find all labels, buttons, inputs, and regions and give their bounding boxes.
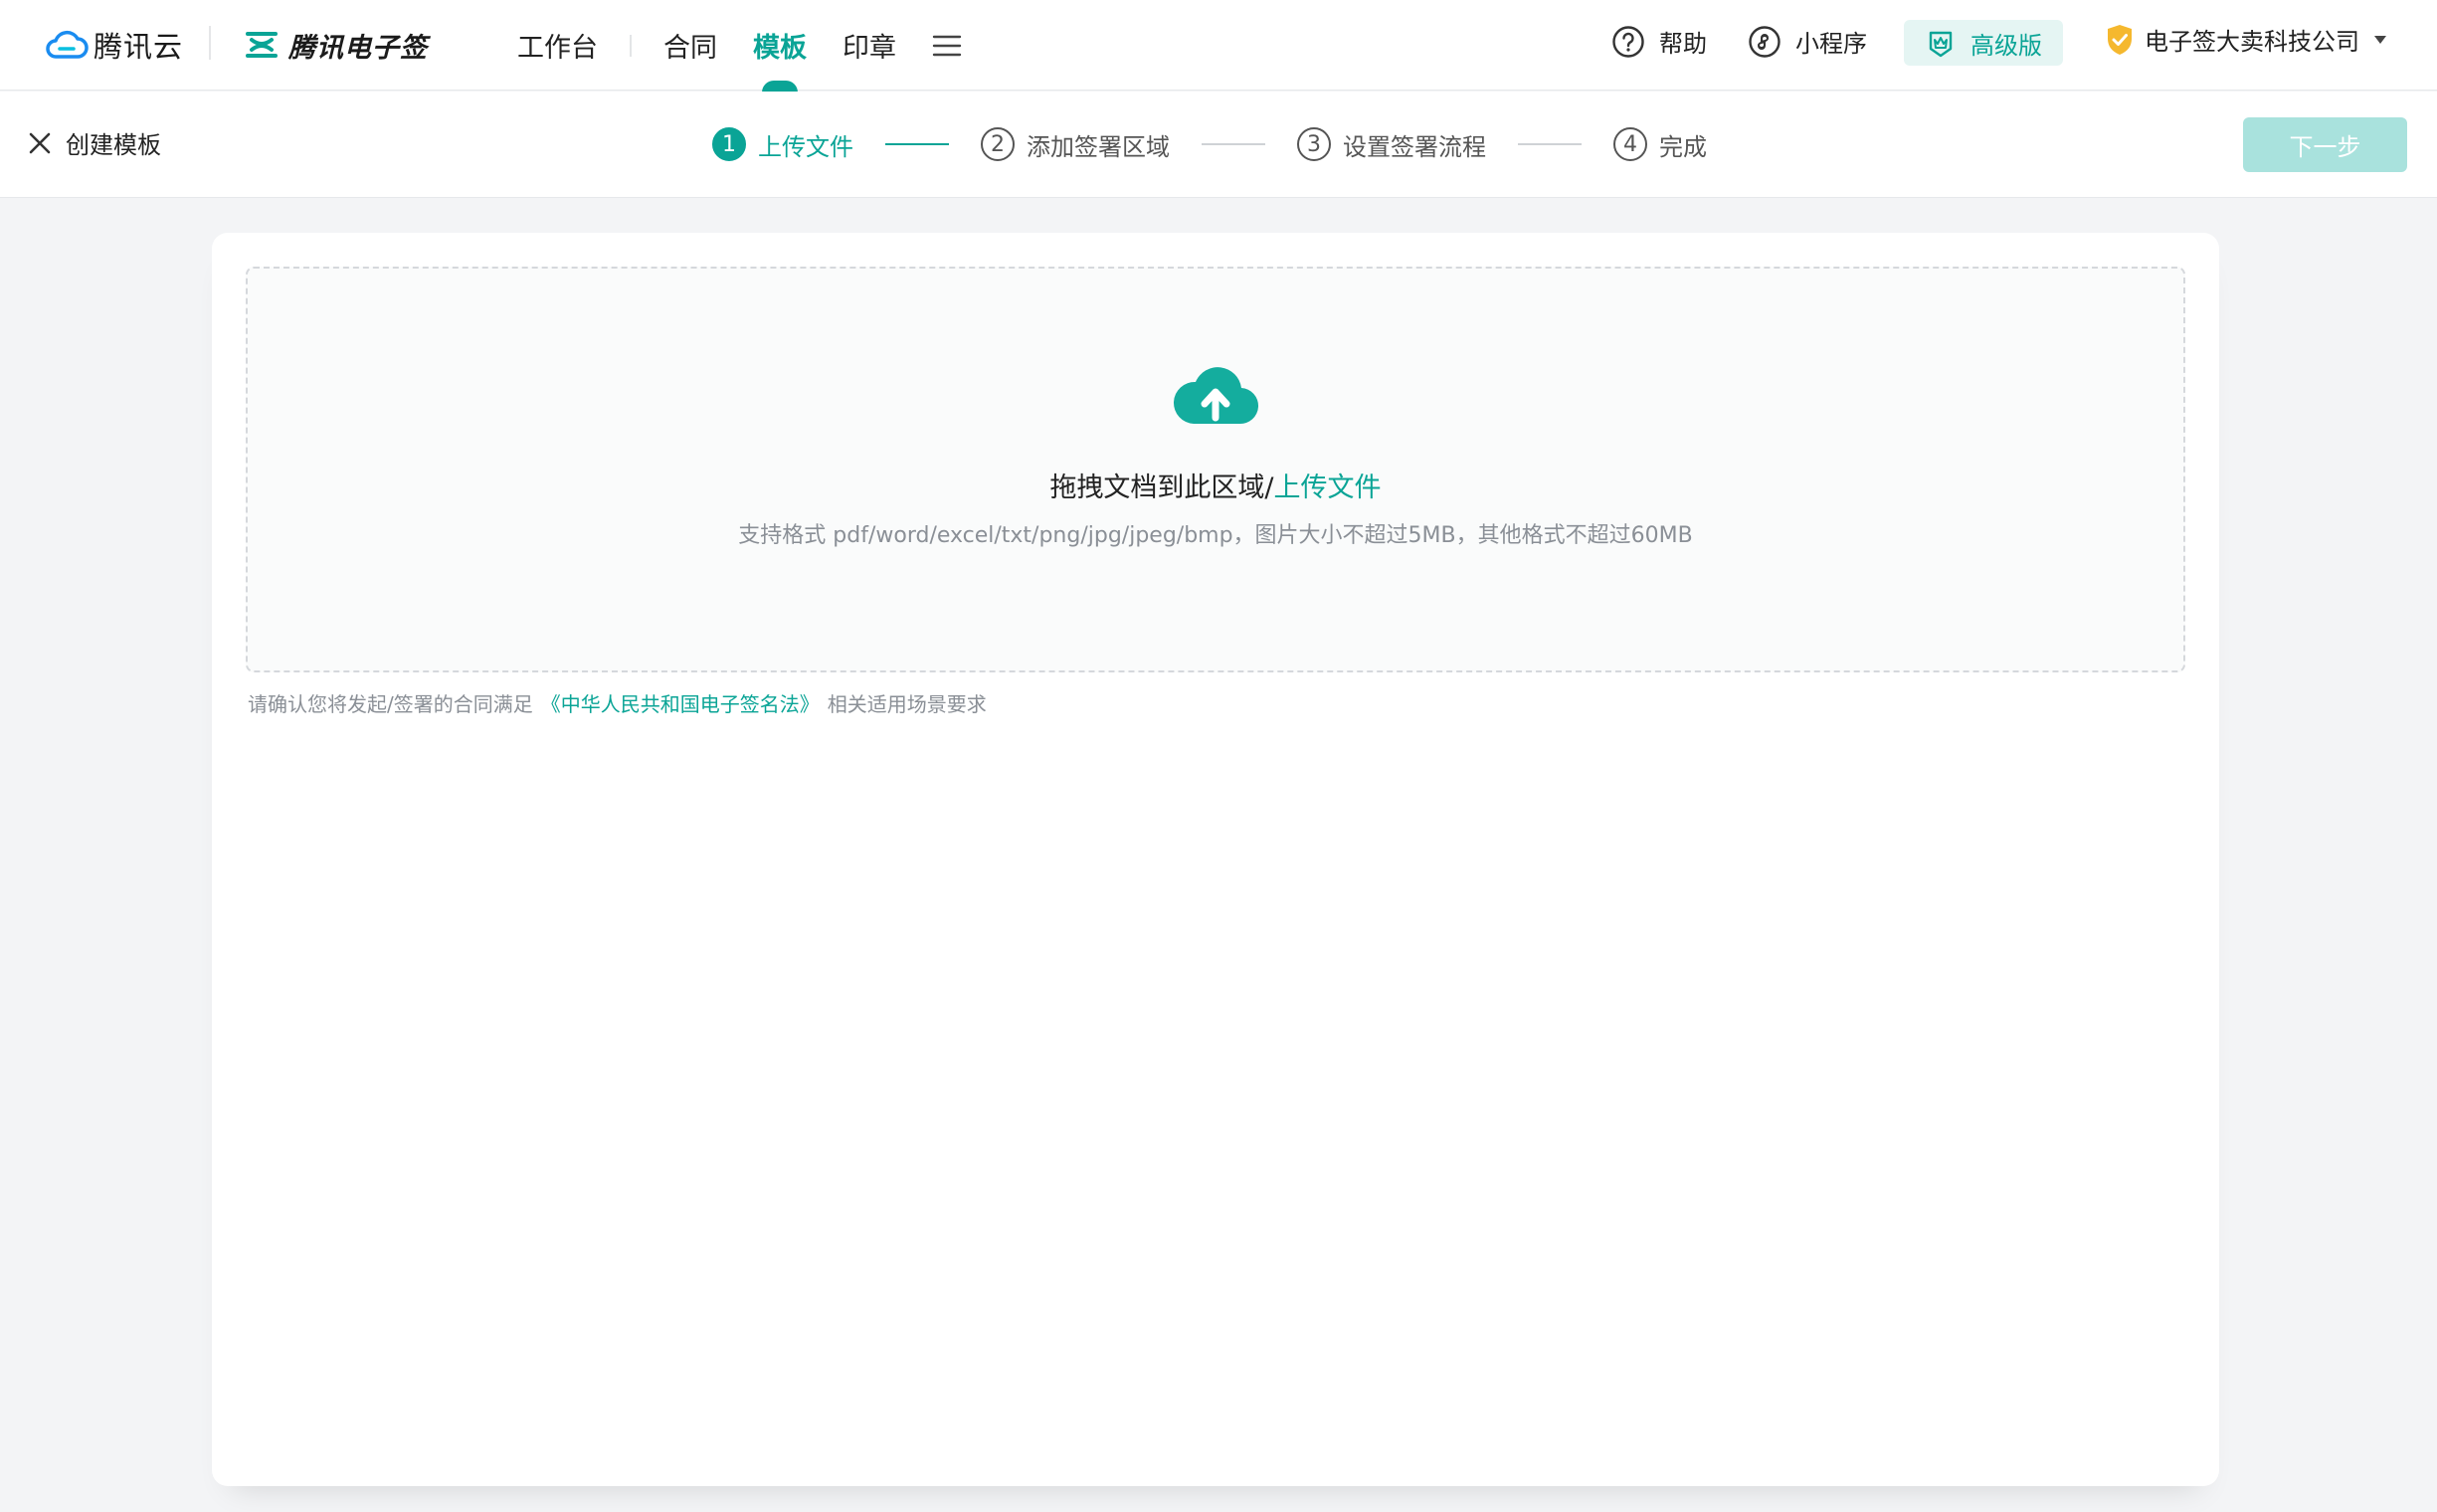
edition-badge[interactable]: 高级版 (1904, 20, 2063, 66)
esign-product-logo[interactable]: 腾讯电子签 (245, 22, 428, 68)
step-number: 2 (981, 127, 1015, 161)
dropzone-title-text: 拖拽文档到此区域/ (1049, 472, 1274, 503)
upload-file-link[interactable]: 上传文件 (1274, 472, 1382, 503)
upload-card: 拖拽文档到此区域/上传文件 支持格式 pdf/word/excel/txt/pn… (212, 233, 2219, 1486)
step-label: 上传文件 (758, 132, 853, 161)
company-switcher[interactable]: 电子签大卖科技公司 (2105, 22, 2387, 57)
edition-label: 高级版 (1970, 31, 2042, 60)
esign-logo-icon (246, 32, 278, 58)
verified-shield-icon (2108, 24, 2132, 55)
nav-item-contract[interactable]: 合同 (663, 0, 717, 91)
step-label: 完成 (1659, 132, 1707, 161)
crown-badge-icon (1929, 31, 1953, 58)
nav-item-workbench[interactable]: 工作台 (517, 0, 598, 91)
brand-name: 腾讯云 (94, 30, 184, 64)
step-label: 添加签署区域 (1027, 132, 1170, 161)
cloud-logo-icon (46, 30, 89, 59)
step-sign-flow: 3 设置签署流程 (1297, 127, 1486, 162)
brand-divider (209, 26, 211, 60)
help-label: 帮助 (1659, 30, 1707, 58)
legal-prefix: 请确认您将发起/签署的合同满足 (248, 692, 533, 716)
step-number: 1 (712, 127, 746, 161)
step-number: 4 (1613, 127, 1647, 161)
mini-program-icon (1749, 25, 1781, 58)
menu-icon[interactable] (932, 34, 962, 58)
step-add-sign-area: 2 添加签署区域 (981, 127, 1170, 162)
next-step-button[interactable]: 下一步 (2243, 117, 2407, 172)
company-name: 电子签大卖科技公司 (2145, 28, 2359, 56)
close-icon[interactable] (28, 131, 52, 155)
help-button[interactable]: 帮助 (1611, 24, 1707, 59)
nav-item-template[interactable]: 模板 (753, 0, 807, 91)
tencent-cloud-logo[interactable]: 腾讯云 (44, 22, 183, 68)
step-connector (1202, 143, 1265, 145)
cloud-upload-icon (1173, 367, 1259, 425)
step-upload: 1 上传文件 (712, 127, 853, 162)
step-connector (885, 143, 949, 145)
dropzone-title: 拖拽文档到此区域/上传文件 (248, 466, 2183, 504)
caret-down-icon (2374, 35, 2386, 44)
legal-notice: 请确认您将发起/签署的合同满足 《中华人民共和国电子签名法》 相关适用场景要求 (248, 688, 987, 717)
esign-law-link[interactable]: 《中华人民共和国电子签名法》 (541, 692, 820, 716)
question-circle-icon (1612, 25, 1644, 58)
file-dropzone[interactable]: 拖拽文档到此区域/上传文件 支持格式 pdf/word/excel/txt/pn… (246, 267, 2185, 672)
step-number: 3 (1297, 127, 1331, 161)
top-navbar: 腾讯云 腾讯电子签 工作台 合同 模板 印章 帮助 小程序 高级版 电子签大卖科… (0, 0, 2437, 91)
step-header: 创建模板 1 上传文件 2 添加签署区域 3 设置签署流程 4 完成 下一步 (0, 92, 2437, 198)
step-connector (1518, 143, 1582, 145)
page-title: 创建模板 (66, 131, 161, 159)
nav-item-seal[interactable]: 印章 (843, 0, 896, 91)
main-nav: 工作台 合同 模板 印章 (517, 0, 962, 91)
legal-suffix: 相关适用场景要求 (827, 692, 987, 716)
step-progress: 1 上传文件 2 添加签署区域 3 设置签署流程 4 完成 (712, 125, 1707, 163)
step-label: 设置签署流程 (1343, 132, 1486, 161)
format-hint: 支持格式 pdf/word/excel/txt/png/jpg/jpeg/bmp… (738, 523, 1693, 548)
nav-divider (630, 34, 632, 57)
mini-program-button[interactable]: 小程序 (1748, 24, 1867, 59)
product-name: 腾讯电子签 (288, 32, 428, 64)
mini-program-label: 小程序 (1795, 30, 1867, 58)
step-finish: 4 完成 (1613, 127, 1707, 162)
